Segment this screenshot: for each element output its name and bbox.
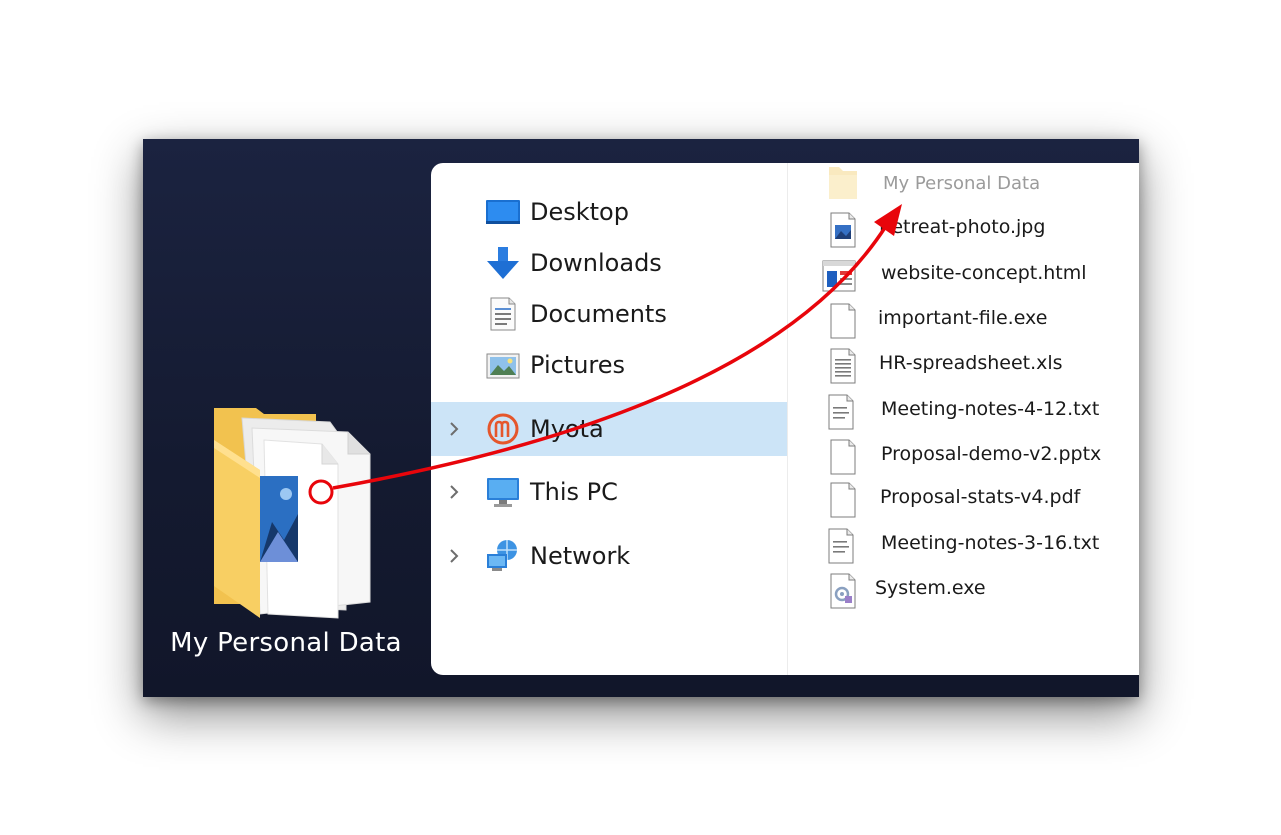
file-item[interactable]: System.exe — [825, 568, 1135, 612]
blank-file-icon — [825, 302, 861, 340]
chevron-right-icon[interactable] — [447, 547, 461, 565]
file-item[interactable]: website-concept.html — [822, 253, 1135, 297]
file-name: HR-spreadsheet.xls — [879, 352, 1063, 374]
desktop-icon — [485, 194, 521, 230]
file-item[interactable]: HR-spreadsheet.xls — [825, 343, 1135, 387]
system-file-icon — [825, 572, 861, 610]
chevron-right-icon[interactable] — [447, 483, 461, 501]
nav-item-desktop[interactable]: Desktop — [431, 186, 787, 238]
image-file-icon — [825, 211, 861, 249]
text-file-icon — [823, 527, 859, 565]
pictures-icon — [485, 347, 521, 383]
blank-file-icon — [825, 438, 861, 476]
file-name: Proposal-demo-v2.pptx — [881, 443, 1102, 465]
download-arrow-icon — [485, 245, 521, 281]
desktop-folder-label[interactable]: My Personal Data — [160, 628, 412, 658]
file-item[interactable]: Meeting-notes-4-12.txt — [825, 389, 1135, 433]
nav-item-myota[interactable]: Myota — [431, 402, 787, 456]
file-name: Proposal-stats-v4.pdf — [880, 486, 1081, 508]
nav-label: Pictures — [530, 351, 626, 379]
file-name: My Personal Data — [883, 173, 1041, 194]
document-icon — [485, 296, 521, 332]
file-item[interactable]: Proposal-stats-v4.pdf — [825, 477, 1135, 521]
myota-logo-icon — [485, 411, 521, 447]
file-name: Retreat-photo.jpg — [879, 216, 1046, 238]
file-item[interactable]: Proposal-demo-v2.pptx — [825, 434, 1135, 478]
computer-icon — [485, 474, 521, 510]
file-item[interactable]: Retreat-photo.jpg — [825, 207, 1135, 251]
pane-divider — [787, 163, 788, 675]
nav-label: Network — [530, 542, 631, 570]
nav-label: This PC — [530, 478, 618, 506]
folder-with-pictures-icon[interactable] — [212, 404, 374, 620]
folder-icon — [825, 163, 861, 201]
nav-label: Downloads — [530, 249, 662, 277]
file-name: Meeting-notes-3-16.txt — [881, 532, 1100, 554]
text-file-icon — [825, 347, 861, 385]
navigation-pane: Desktop Downloads Documents Pictures Myo… — [431, 163, 787, 675]
nav-item-pictures[interactable]: Pictures — [431, 339, 787, 391]
html-file-icon — [821, 257, 857, 295]
file-name: website-concept.html — [881, 262, 1087, 284]
nav-item-network[interactable]: Network — [431, 530, 787, 582]
file-item-ghost-folder: My Personal Data — [825, 163, 1135, 207]
file-explorer-window: Desktop Downloads Documents Pictures Myo… — [431, 163, 1139, 675]
nav-item-documents[interactable]: Documents — [431, 288, 787, 340]
nav-label: Desktop — [530, 198, 629, 226]
file-name: important-file.exe — [878, 307, 1048, 329]
nav-item-this-pc[interactable]: This PC — [431, 466, 787, 518]
nav-label: Myota — [530, 415, 604, 443]
file-item[interactable]: important-file.exe — [825, 298, 1135, 342]
network-icon — [485, 538, 521, 574]
text-file-icon — [823, 393, 859, 431]
nav-label: Documents — [530, 300, 667, 328]
file-item[interactable]: Meeting-notes-3-16.txt — [825, 523, 1135, 567]
nav-item-downloads[interactable]: Downloads — [431, 237, 787, 289]
file-name: Meeting-notes-4-12.txt — [881, 398, 1100, 420]
file-name: System.exe — [875, 577, 986, 599]
chevron-right-icon[interactable] — [447, 420, 461, 438]
blank-file-icon — [825, 481, 861, 519]
